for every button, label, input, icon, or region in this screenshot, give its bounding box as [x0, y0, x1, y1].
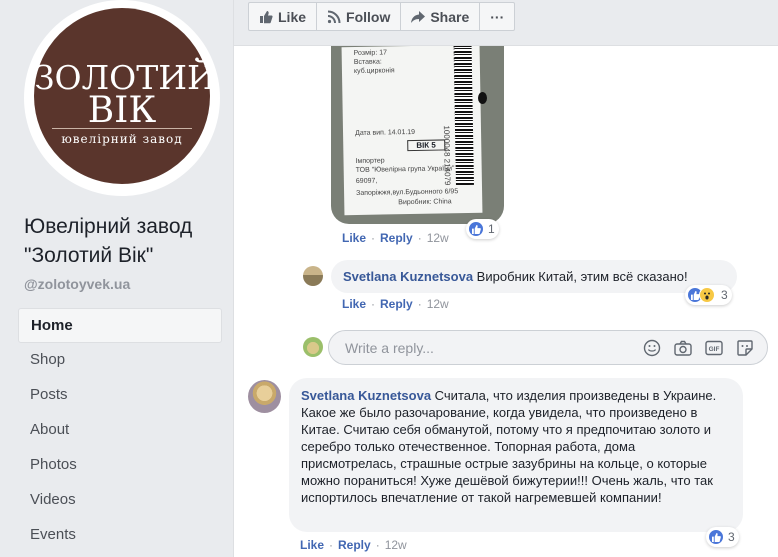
- sidebar-item-shop[interactable]: Shop: [18, 343, 222, 378]
- comment3-reaction-count: 3: [728, 530, 735, 544]
- comment2-author[interactable]: Svetlana Kuznetsova: [343, 269, 473, 284]
- sidebar-item-posts[interactable]: Posts: [18, 378, 222, 413]
- comment1-reply-button[interactable]: Reply: [380, 231, 413, 245]
- page-action-bar: Like Follow Share ···: [234, 0, 778, 46]
- sidebar-item-videos[interactable]: Videos: [18, 483, 222, 518]
- page-actions: Like Follow Share ···: [248, 2, 516, 31]
- emoji-icon[interactable]: [642, 338, 662, 358]
- follow-page-label: Follow: [346, 8, 391, 25]
- page-handle[interactable]: @zolotoyvek.ua: [24, 276, 130, 292]
- comment2-reactions[interactable]: 3: [685, 285, 732, 305]
- share-page-label: Share: [430, 8, 470, 25]
- more-options-button[interactable]: ···: [480, 3, 514, 30]
- tag-maker: Виробник: China: [398, 198, 452, 207]
- page-nav: Home Shop Posts About Photos Videos Even…: [18, 308, 222, 553]
- barcode-number: 1000048 214079: [441, 125, 452, 186]
- comment3-reactions[interactable]: 3: [706, 527, 739, 547]
- sticker-icon[interactable]: [735, 338, 755, 358]
- thumbs-up-icon: [260, 10, 273, 23]
- main-feed: Like Follow Share ··· Розмір: 17 Вставка…: [234, 0, 778, 557]
- comment3-meta: Like · Reply · 12w: [300, 538, 407, 552]
- tag-address: Запоріжжя,вул.Будьонного 6/95: [356, 188, 459, 197]
- logo-subtitle: ювелірний завод: [61, 132, 183, 146]
- comment1-reactions[interactable]: 1: [466, 219, 499, 239]
- logo-divider: [52, 128, 192, 129]
- comment3-bubble: Svetlana Kuznetsova Считала, что изделия…: [289, 378, 743, 532]
- svg-text:GIF: GIF: [709, 346, 720, 353]
- avatar[interactable]: [303, 266, 323, 286]
- sidebar-item-about[interactable]: About: [18, 413, 222, 448]
- comment1-like-button[interactable]: Like: [342, 231, 366, 245]
- like-page-label: Like: [278, 8, 307, 25]
- share-arrow-icon: [411, 10, 426, 23]
- comment1-reaction-count: 1: [488, 222, 495, 236]
- like-reaction-icon: [708, 529, 724, 545]
- brand-logo: ЗОЛОТИЙ ВІК ювелірний завод: [34, 8, 216, 184]
- page-sidebar: ЗОЛОТИЙ ВІК ювелірний завод Ювелірний за…: [0, 0, 234, 557]
- comment2-reply-button[interactable]: Reply: [380, 297, 413, 311]
- rss-icon: [327, 10, 341, 23]
- gif-icon[interactable]: GIF: [704, 338, 724, 358]
- comment3-reply-button[interactable]: Reply: [338, 538, 371, 552]
- page-profile-picture[interactable]: ЗОЛОТИЙ ВІК ювелірний завод: [24, 0, 220, 196]
- comment2-bubble: Svetlana Kuznetsova Виробник Китай, этим…: [331, 260, 737, 293]
- sidebar-item-photos[interactable]: Photos: [18, 448, 222, 483]
- comment2-time[interactable]: 12w: [427, 297, 449, 311]
- avatar[interactable]: [248, 380, 281, 413]
- comment3-like-button[interactable]: Like: [300, 538, 324, 552]
- tag-brand: ВІК 5: [407, 139, 445, 152]
- tag-company: ТОВ "Ювелірна група України": [355, 165, 455, 174]
- comment2-text: Виробник Китай, этим всё сказано!: [476, 269, 688, 284]
- like-reaction-icon: [468, 221, 484, 237]
- share-page-button[interactable]: Share: [401, 3, 481, 30]
- comment1-meta: Like · Reply · 12w: [342, 231, 449, 245]
- like-page-button[interactable]: Like: [249, 3, 318, 30]
- price-tag-image: Розмір: 17 Вставка: куб.цирконія Дата ви…: [341, 46, 483, 216]
- sidebar-item-home[interactable]: Home: [18, 308, 222, 343]
- follow-page-button[interactable]: Follow: [317, 3, 402, 30]
- comment1-time[interactable]: 12w: [427, 231, 449, 245]
- barcode-image: [453, 46, 474, 186]
- tag-date: Дата вип. 14.01.19: [354, 128, 416, 137]
- reply-attachments: GIF: [631, 338, 755, 358]
- comment2-meta: Like · Reply · 12w: [342, 297, 449, 311]
- wow-reaction-icon: [699, 287, 715, 303]
- tag-hole: [478, 92, 487, 104]
- comment3-time[interactable]: 12w: [385, 538, 407, 552]
- sidebar-item-events[interactable]: Events: [18, 518, 222, 553]
- comment2-like-button[interactable]: Like: [342, 297, 366, 311]
- page-title[interactable]: Ювелірний завод "Золотий Вік": [24, 212, 224, 270]
- current-user-avatar: [303, 337, 323, 357]
- tag-size: Розмір: 17: [353, 49, 388, 58]
- camera-icon[interactable]: [673, 338, 693, 358]
- reply-input-box[interactable]: Write a reply... GIF: [328, 330, 768, 365]
- comment3-author[interactable]: Svetlana Kuznetsova: [301, 388, 431, 403]
- tag-zip: 69097,: [355, 177, 378, 185]
- logo-line2: ВІК: [87, 90, 157, 131]
- tag-stone: куб.цирконія: [353, 67, 395, 76]
- comment2-reaction-count: 3: [721, 288, 728, 302]
- comment-photo[interactable]: Розмір: 17 Вставка: куб.цирконія Дата ви…: [331, 46, 504, 224]
- comment3-text: Считала, что изделия произведены в Украи…: [301, 388, 717, 505]
- reply-input[interactable]: Write a reply...: [345, 340, 434, 356]
